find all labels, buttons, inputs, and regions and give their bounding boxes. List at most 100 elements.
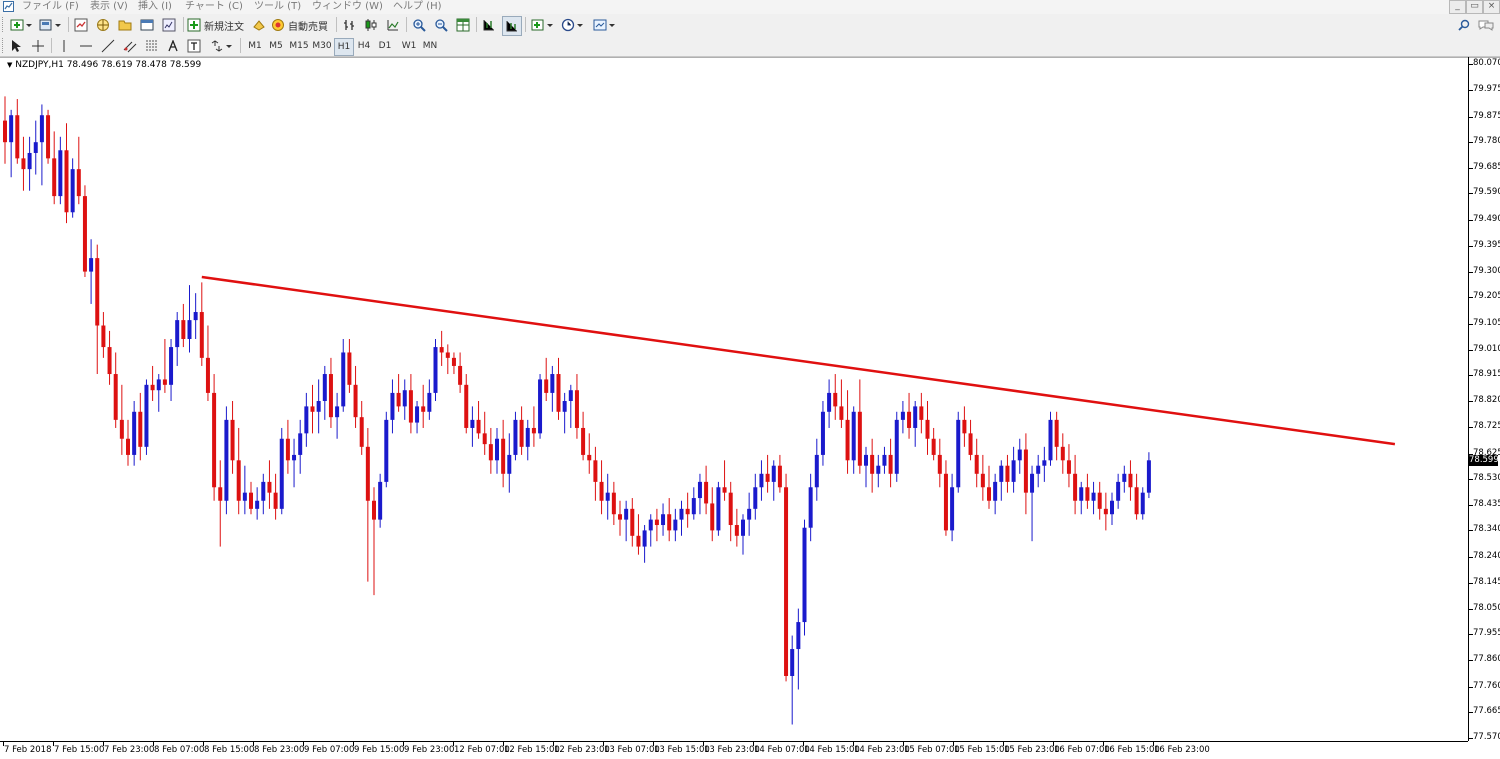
tile-windows-icon bbox=[456, 18, 470, 32]
candle-body bbox=[230, 419, 235, 461]
meta-editor-button[interactable] bbox=[250, 16, 268, 34]
navigator-button[interactable] bbox=[94, 16, 112, 34]
minimize-button[interactable]: _ bbox=[1449, 0, 1466, 14]
candle-body bbox=[126, 438, 130, 455]
candle bbox=[451, 352, 456, 375]
menu-insert[interactable]: 挿入 (I) bbox=[138, 0, 172, 13]
timeframe-m5[interactable]: M5 bbox=[267, 38, 285, 54]
candle bbox=[242, 465, 247, 515]
menu-chart[interactable]: チャート (C) bbox=[185, 0, 243, 13]
close-button[interactable]: × bbox=[1483, 0, 1500, 14]
drawing-toolbar: M1 M5 M15 M30 H1 H4 D1 W1 MN bbox=[0, 36, 1500, 57]
candle-chart-icon bbox=[365, 19, 377, 31]
crosshair-tool[interactable] bbox=[30, 37, 46, 55]
candle bbox=[193, 293, 198, 339]
candle bbox=[790, 635, 795, 725]
vertical-line-tool[interactable] bbox=[57, 37, 71, 55]
candle-body bbox=[9, 115, 14, 143]
fibonacci-tool[interactable] bbox=[144, 37, 160, 55]
cursor-tool[interactable] bbox=[8, 37, 24, 55]
timeframe-m15[interactable]: M15 bbox=[288, 38, 310, 54]
timeframe-m1[interactable]: M1 bbox=[246, 38, 264, 54]
candle bbox=[273, 473, 278, 520]
auto-scroll-button[interactable] bbox=[502, 16, 522, 36]
timeframe-m30[interactable]: M30 bbox=[311, 38, 333, 54]
candle bbox=[169, 338, 174, 401]
chat-button[interactable] bbox=[1476, 16, 1496, 34]
menu-help[interactable]: ヘルプ (H) bbox=[393, 0, 442, 13]
profiles-button[interactable] bbox=[37, 16, 63, 34]
new-chart-button[interactable] bbox=[8, 16, 34, 34]
candle bbox=[230, 401, 235, 474]
search-button[interactable] bbox=[1456, 16, 1472, 34]
candle bbox=[519, 406, 524, 455]
candle-body bbox=[987, 487, 991, 501]
trendline-tool[interactable] bbox=[100, 37, 116, 55]
candle bbox=[630, 498, 635, 547]
menu-window[interactable]: ウィンドウ (W) bbox=[312, 0, 383, 13]
arrows-tool[interactable] bbox=[208, 37, 234, 55]
horizontal-line-tool[interactable] bbox=[78, 37, 94, 55]
candle-chart-button[interactable] bbox=[362, 16, 380, 34]
candle-body bbox=[70, 169, 75, 213]
time-label: 14 Feb 07:00 bbox=[754, 745, 810, 755]
candle bbox=[513, 411, 518, 461]
candle bbox=[89, 239, 94, 304]
candle-body bbox=[845, 419, 850, 461]
menu-file[interactable]: ファイル (F) bbox=[22, 0, 79, 13]
market-watch-button[interactable] bbox=[72, 16, 90, 34]
time-label: 12 Feb 15:00 bbox=[504, 745, 560, 755]
line-chart-button[interactable] bbox=[384, 16, 402, 34]
timeframe-mn[interactable]: MN bbox=[420, 38, 440, 54]
candle-body bbox=[107, 347, 112, 375]
zoom-out-button[interactable] bbox=[432, 16, 450, 34]
chart-shift-button[interactable] bbox=[480, 16, 498, 34]
menu-bar: ファイル (F) 表示 (V) 挿入 (I) チャート (C) ツール (T) … bbox=[0, 0, 1500, 14]
candle-body bbox=[925, 419, 930, 439]
candle bbox=[556, 357, 561, 420]
menu-view[interactable]: 表示 (V) bbox=[90, 0, 128, 13]
restore-button[interactable]: ▭ bbox=[1466, 0, 1483, 14]
candle bbox=[316, 379, 321, 434]
timeframe-d1[interactable]: D1 bbox=[376, 38, 394, 54]
candle-body bbox=[439, 347, 444, 353]
zoom-in-button[interactable] bbox=[410, 16, 428, 34]
bar-chart-button[interactable] bbox=[340, 16, 358, 34]
auto-trading-button[interactable]: 自動売買 bbox=[271, 16, 331, 34]
menu-tools[interactable]: ツール (T) bbox=[254, 0, 301, 13]
candle bbox=[673, 508, 678, 542]
candle bbox=[1030, 465, 1035, 542]
timeframe-h1[interactable]: H1 bbox=[334, 38, 354, 56]
candle-body bbox=[771, 465, 776, 482]
candle bbox=[716, 481, 721, 536]
candle bbox=[384, 411, 389, 488]
candle-body bbox=[962, 419, 967, 434]
strategy-tester-button[interactable] bbox=[160, 16, 178, 34]
terminal-button[interactable] bbox=[138, 16, 156, 34]
indicators-button[interactable] bbox=[529, 16, 555, 34]
candle bbox=[101, 312, 106, 358]
candle bbox=[359, 401, 364, 455]
data-window-button[interactable] bbox=[116, 16, 134, 34]
candle bbox=[1011, 446, 1016, 493]
candle-body bbox=[1066, 460, 1071, 474]
new-order-icon bbox=[187, 18, 201, 32]
tile-windows-button[interactable] bbox=[454, 16, 472, 34]
templates-button[interactable] bbox=[591, 16, 617, 34]
candle bbox=[58, 136, 63, 205]
timeframe-w1[interactable]: W1 bbox=[399, 38, 419, 54]
text-label-tool[interactable] bbox=[186, 37, 202, 55]
candle bbox=[833, 374, 838, 420]
periods-button[interactable] bbox=[559, 16, 585, 34]
candle bbox=[181, 303, 186, 348]
new-order-button[interactable]: 新規注文 bbox=[187, 16, 247, 34]
text-tool[interactable] bbox=[166, 37, 180, 55]
timeframe-h4[interactable]: H4 bbox=[355, 38, 373, 54]
candle bbox=[236, 427, 241, 515]
candle-body bbox=[820, 411, 825, 455]
trendline[interactable] bbox=[201, 275, 1396, 446]
candlestick-plot[interactable] bbox=[0, 58, 1468, 741]
price-label: 79.780 bbox=[1473, 136, 1500, 147]
channel-tool[interactable] bbox=[122, 37, 138, 55]
current-price-marker: 78.599 bbox=[1469, 455, 1499, 466]
